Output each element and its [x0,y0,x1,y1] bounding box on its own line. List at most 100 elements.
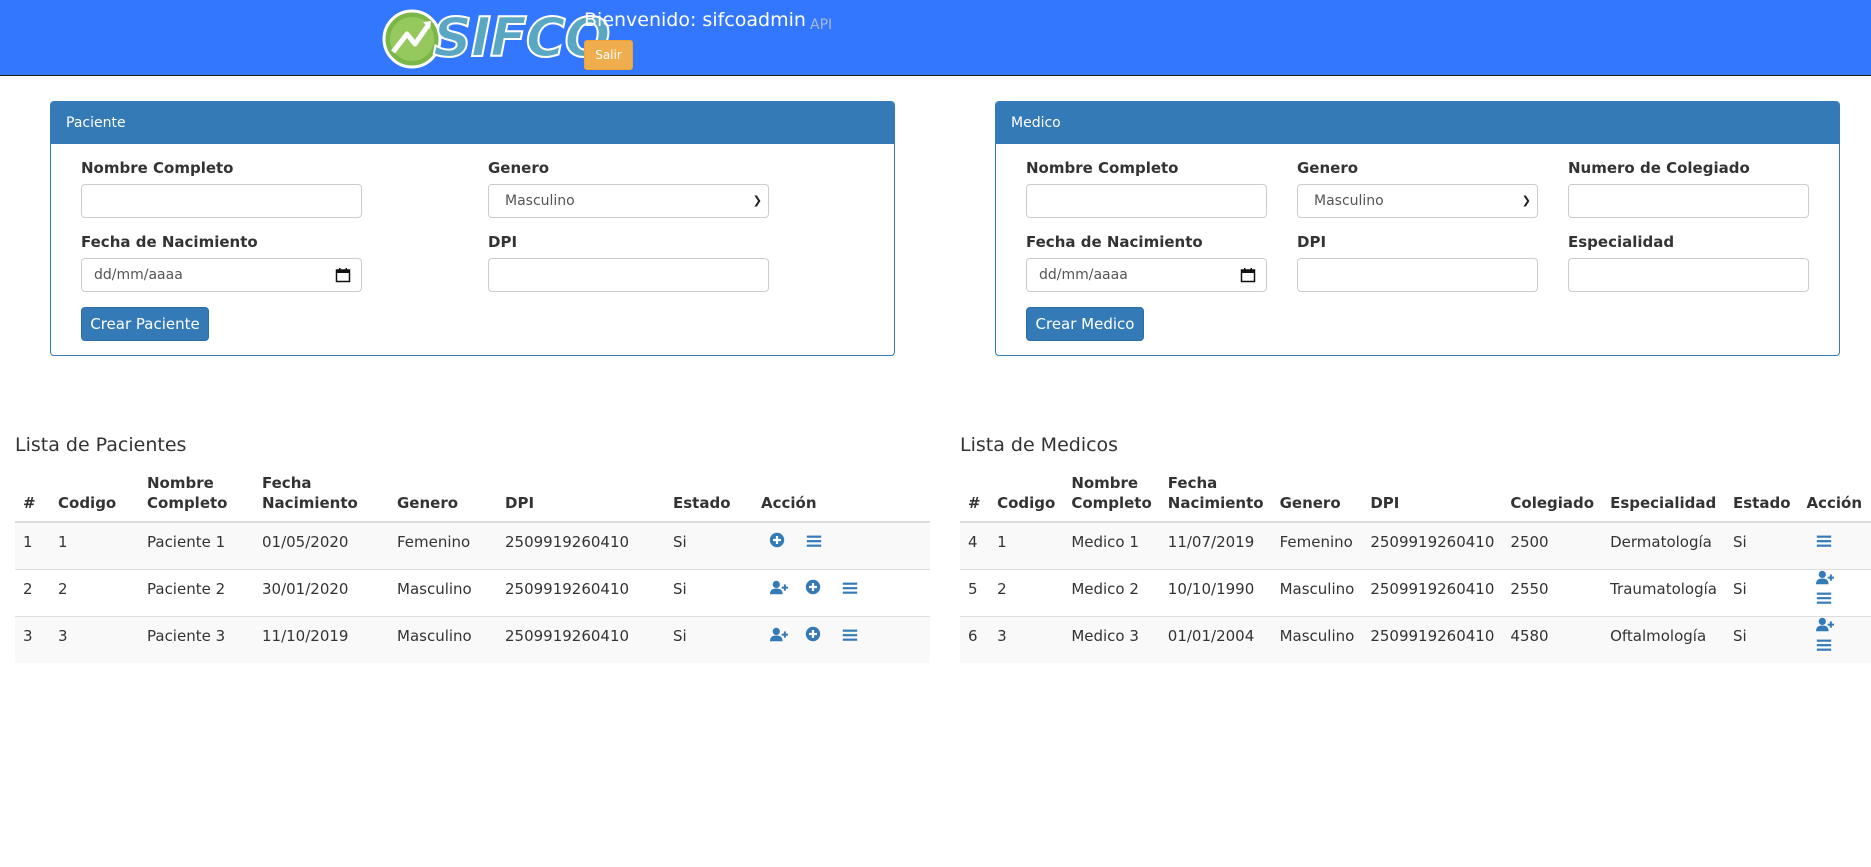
plus-circle-icon[interactable] [805,626,825,646]
cell-fecha: 01/01/2004 [1159,615,1272,663]
medico-fecha-label: Fecha de Nacimiento [1026,233,1203,251]
list-icon[interactable] [841,626,861,646]
cell-dpi-text: 2509919260410 [1370,626,1495,645]
table-row: 3 3 Paciente 3 11/10/2019 Masculino 250991926… [15,615,930,663]
cell-dpi: 2509919260410 [1362,615,1503,663]
cell-genero-text: Masculino [1279,626,1355,645]
chevron-down-icon: ❯ [752,194,762,207]
cell-dpi: 2509919260410 [1362,568,1503,616]
calendar-icon[interactable] [335,267,351,283]
cell-nombre-text: Medico 3 [1071,626,1139,645]
medico-especialidad-input[interactable] [1568,258,1809,292]
col-header: Genero [389,470,497,523]
cell-dpi: 2509919260410 [1362,521,1503,569]
cell-colegiado: 2550 [1502,568,1603,616]
cell-estado-text: Si [1733,532,1747,551]
col-header: Acción [1798,470,1871,523]
col-header: Codigo [50,470,139,523]
cell-especialidad: Dermatología [1602,521,1725,569]
list-icon[interactable] [1815,589,1835,609]
medico-genero-value: Masculino [1314,193,1384,209]
cell-n-text: 1 [23,532,33,551]
medico-colegiado-input[interactable] [1568,184,1809,218]
cell-estado-text: Si [673,579,687,598]
cell-nombre: Medico 1 [1063,521,1160,569]
paciente-nombre-input[interactable] [81,184,362,218]
paciente-genero-select[interactable]: Masculino ❯ [488,184,769,218]
user-plus-icon[interactable] [769,579,789,599]
medico-genero-select[interactable]: Masculino ❯ [1297,184,1538,218]
table-row: 2 2 Paciente 2 30/01/2020 Masculino 250991926… [15,568,930,616]
medico-colegiado-label: Numero de Colegiado [1568,159,1750,177]
crear-paciente-button[interactable]: Crear Paciente [81,307,209,341]
cell-codigo: 2 [50,568,139,616]
top-navbar: SIFCO Bienvenido: sifcoadmin API Salir [0,0,1871,76]
cell-dpi-text: 2509919260410 [505,626,630,645]
cell-fecha: 11/10/2019 [254,615,389,663]
cell-fecha-text: 30/01/2020 [262,579,349,598]
list-icon[interactable] [1815,636,1835,656]
col-header: Genero [1271,470,1363,523]
api-link[interactable]: API [810,17,832,33]
plus-circle-icon[interactable] [769,532,789,552]
logo-text: SIFCO [432,6,611,69]
medico-nombre-label: Nombre Completo [1026,159,1179,177]
cell-actions [753,521,930,569]
cell-dpi: 2509919260410 [497,521,665,569]
table-row: 4 1 Medico 1 11/07/2019 Femenino 250991926041… [960,521,1871,569]
cell-nombre: Paciente 1 [139,521,254,569]
cell-genero-text: Masculino [1279,579,1355,598]
pacientes-table-header: # Codigo Nombre Completo Fecha Nacimient… [15,470,930,523]
medicos-list-title: Lista de Medicos [960,434,1119,456]
cell-estado-text: Si [673,532,687,551]
cell-estado: Si [1725,615,1799,663]
crear-medico-button[interactable]: Crear Medico [1026,307,1144,341]
paciente-dpi-label: DPI [488,233,518,251]
cell-dpi-text: 2509919260410 [1370,532,1495,551]
medico-panel: Medico Nombre Completo Genero Masculino … [995,101,1840,356]
cell-genero-text: Masculino [397,579,472,598]
cell-codigo: 1 [989,521,1064,569]
col-header: # [15,470,50,523]
table-row: 1 1 Paciente 1 01/05/2020 Femenino 2509919260… [15,521,930,569]
cell-colegiado-text: 4580 [1510,626,1549,645]
medicos-table-header: # Codigo Nombre Completo Fecha Nacimient… [960,470,1871,523]
logout-button[interactable]: Salir [584,40,633,70]
cell-estado: Si [665,521,753,569]
paciente-fecha-input[interactable]: dd/mm/aaaa [81,258,362,292]
list-icon[interactable] [805,532,825,552]
cell-colegiado-text: 2550 [1510,579,1549,598]
cell-codigo-text: 2 [58,579,68,598]
cell-codigo-text: 2 [997,579,1007,598]
cell-estado-text: Si [1733,579,1747,598]
col-header: Nombre Completo [139,470,254,523]
user-plus-icon[interactable] [769,626,789,646]
medico-fecha-input[interactable]: dd/mm/aaaa [1026,258,1267,292]
user-plus-icon[interactable] [1815,616,1835,636]
cell-n-text: 6 [968,626,978,645]
cell-n: 5 [960,568,990,616]
medico-especialidad-label: Especialidad [1568,233,1675,251]
cell-especialidad-text: Traumatología [1610,579,1717,598]
cell-genero-text: Femenino [1279,532,1353,551]
cell-nombre-text: Paciente 2 [147,579,226,598]
plus-circle-icon[interactable] [805,579,825,599]
cell-estado: Si [665,615,753,663]
col-header: Nombre Completo [1063,470,1160,523]
calendar-icon[interactable] [1240,267,1256,283]
user-plus-icon[interactable] [1815,569,1835,589]
medico-nombre-input[interactable] [1026,184,1267,218]
paciente-dpi-input[interactable] [488,258,769,292]
cell-estado-text: Si [673,626,687,645]
cell-especialidad: Traumatología [1602,568,1725,616]
cell-nombre-text: Paciente 3 [147,626,226,645]
list-icon[interactable] [1815,532,1835,552]
medico-dpi-input[interactable] [1297,258,1538,292]
list-icon[interactable] [841,579,861,599]
paciente-genero-label: Genero [488,159,550,177]
medicos-table: # Codigo Nombre Completo Fecha Nacimient… [960,470,1871,663]
cell-especialidad-text: Dermatología [1610,532,1712,551]
cell-dpi: 2509919260410 [497,615,665,663]
cell-fecha: 30/01/2020 [254,568,389,616]
cell-n-text: 4 [968,532,978,551]
